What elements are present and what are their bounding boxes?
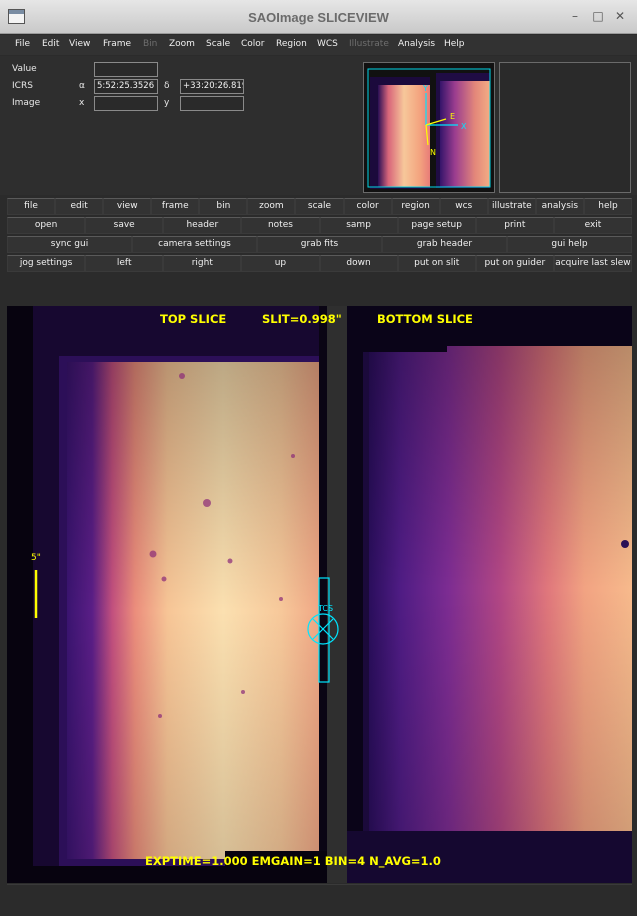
btn-grab-fits[interactable]: grab fits (257, 236, 382, 253)
y-field (180, 96, 244, 111)
magnifier (499, 62, 631, 193)
btn-header[interactable]: header (163, 217, 242, 234)
menu-wcs[interactable]: WCS (317, 39, 338, 49)
compass-x-label: X (461, 122, 467, 131)
menu-bar: File Edit View Frame Bin Zoom Scale Colo… (0, 35, 637, 55)
menu-region[interactable]: Region (276, 39, 307, 49)
btn-page-setup[interactable]: page setup (397, 217, 476, 234)
maximize-icon[interactable]: □ (591, 9, 605, 23)
btn-up[interactable]: up (241, 255, 320, 272)
btn-camera-settings[interactable]: camera settings (132, 236, 257, 253)
scale-bar-label: 5" (31, 553, 41, 563)
button-row-2: open save header notes samp page setup p… (7, 217, 632, 234)
coord-system-label: ICRS (12, 81, 33, 91)
menu-illustrate: Illustrate (349, 39, 389, 49)
menu-view[interactable]: View (69, 39, 90, 49)
menu-zoom[interactable]: Zoom (169, 39, 195, 49)
x-field (94, 96, 158, 111)
btn-color[interactable]: color (343, 198, 392, 215)
btn-put-on-slit[interactable]: put on slit (397, 255, 476, 272)
btn-jog-settings[interactable]: jog settings (7, 255, 86, 272)
menu-analysis[interactable]: Analysis (398, 39, 435, 49)
btn-grab-header[interactable]: grab header (382, 236, 507, 253)
title-bar: SAOImage SLICEVIEW – □ ✕ (0, 0, 637, 34)
btn-illustrate[interactable]: illustrate (487, 198, 536, 215)
close-icon[interactable]: ✕ (613, 9, 627, 23)
menu-bin: Bin (143, 39, 158, 49)
btn-zoom[interactable]: zoom (247, 198, 296, 215)
btn-notes[interactable]: notes (241, 217, 320, 234)
menu-file[interactable]: File (15, 39, 30, 49)
menu-scale[interactable]: Scale (206, 39, 230, 49)
panner[interactable]: Y E X N (363, 62, 495, 193)
menu-frame[interactable]: Frame (103, 39, 131, 49)
alpha-field: 5:52:25.3526 (94, 79, 158, 94)
btn-sync-gui[interactable]: sync gui (7, 236, 132, 253)
btn-right[interactable]: right (163, 255, 242, 272)
compass-y-label: Y (422, 84, 428, 93)
btn-view[interactable]: view (103, 198, 152, 215)
window-title: SAOImage SLICEVIEW (248, 10, 389, 25)
value-field (94, 62, 158, 77)
image-display[interactable]: TOP SLICE SLIT=0.998" BOTTOM SLICE 5" TC… (7, 306, 632, 883)
value-label: Value (12, 64, 37, 74)
slice-image (7, 306, 632, 883)
menu-help[interactable]: Help (444, 39, 465, 49)
button-row-4: jog settings left right up down put on s… (7, 255, 632, 272)
alpha-label: α (79, 81, 85, 91)
btn-acquire-last-slew[interactable]: acquire last slew (553, 255, 632, 272)
image-label: Image (12, 98, 41, 108)
y-label: y (164, 98, 170, 108)
btn-wcs[interactable]: wcs (439, 198, 488, 215)
btn-analysis[interactable]: analysis (535, 198, 584, 215)
menu-color[interactable]: Color (241, 39, 265, 49)
slit-width-label: SLIT=0.998" (262, 312, 342, 326)
status-bar (7, 884, 632, 912)
exposure-status: EXPTIME=1.000 EMGAIN=1 BIN=4 N_AVG=1.0 (145, 854, 441, 868)
btn-scale[interactable]: scale (295, 198, 344, 215)
button-row-1: file edit view frame bin zoom scale colo… (7, 198, 633, 215)
btn-help[interactable]: help (583, 198, 633, 215)
btn-samp[interactable]: samp (319, 217, 398, 234)
bottom-slice-label: BOTTOM SLICE (377, 312, 473, 326)
btn-open[interactable]: open (7, 217, 86, 234)
minimize-icon[interactable]: – (568, 9, 582, 23)
btn-put-on-guider[interactable]: put on guider (475, 255, 554, 272)
btn-print[interactable]: print (475, 217, 554, 234)
btn-frame[interactable]: frame (151, 198, 200, 215)
compass-n-label: N (430, 148, 436, 157)
btn-file[interactable]: file (7, 198, 56, 215)
btn-bin[interactable]: bin (199, 198, 248, 215)
delta-field: +33:20:26.819 (180, 79, 244, 94)
btn-down[interactable]: down (319, 255, 398, 272)
top-slice-label: TOP SLICE (160, 312, 227, 326)
panner-thumbnail: Y E X N (364, 63, 494, 192)
tcs-marker-label: TCS (318, 604, 334, 613)
btn-save[interactable]: save (85, 217, 164, 234)
x-label: x (79, 98, 85, 108)
button-row-3: sync gui camera settings grab fits grab … (7, 236, 632, 253)
compass-e-label: E (450, 112, 455, 121)
btn-left[interactable]: left (85, 255, 164, 272)
btn-exit[interactable]: exit (553, 217, 632, 234)
btn-region[interactable]: region (391, 198, 440, 215)
delta-label: δ (164, 81, 170, 91)
menu-edit[interactable]: Edit (42, 39, 59, 49)
btn-edit[interactable]: edit (55, 198, 104, 215)
btn-gui-help[interactable]: gui help (507, 236, 632, 253)
